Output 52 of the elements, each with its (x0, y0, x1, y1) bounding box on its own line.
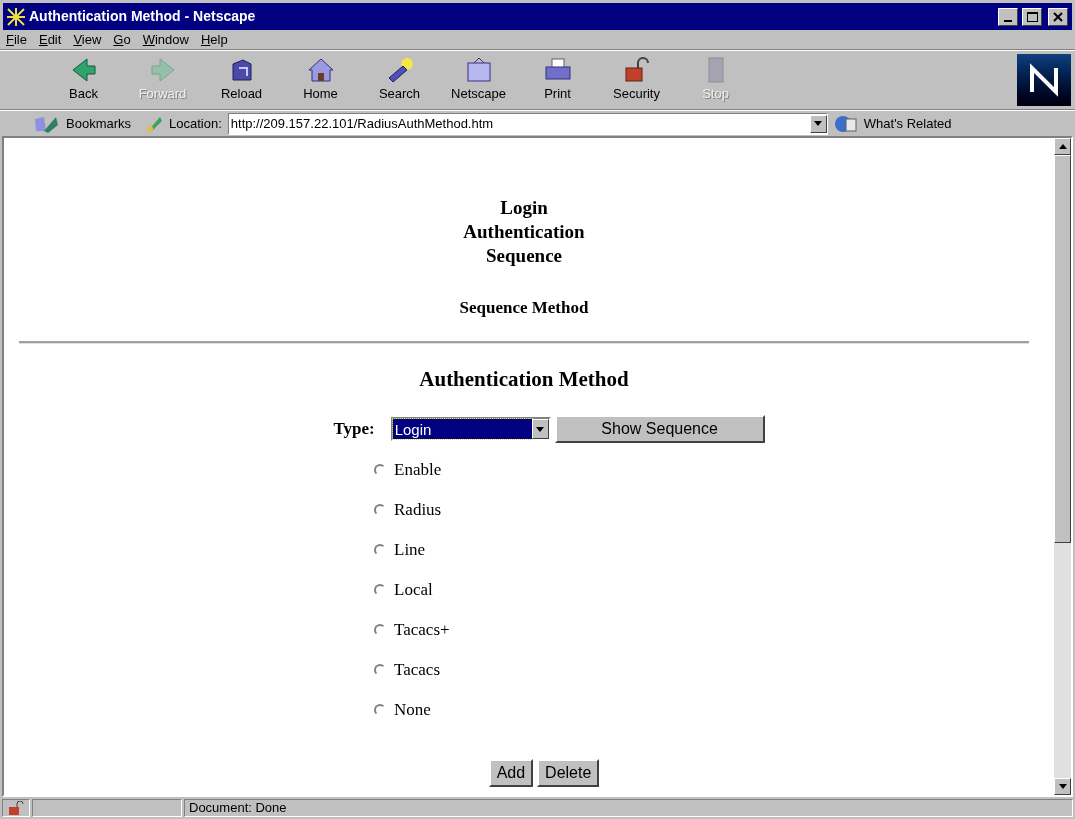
url-field[interactable]: http://209.157.22.101/RadiusAuthMethod.htm (227, 112, 828, 135)
down-arrow-icon (1058, 784, 1067, 789)
toolbar-button[interactable]: Reload (202, 53, 281, 107)
menu-item[interactable]: Window (142, 29, 189, 50)
close-button[interactable] (1048, 7, 1068, 26)
type-label: Type: (333, 418, 375, 441)
radio-label: Tacacs+ (394, 619, 450, 642)
menu-item[interactable]: File (6, 29, 27, 50)
menu-item[interactable]: Help (200, 29, 228, 50)
show-sequence-button[interactable]: Show Sequence (554, 415, 765, 443)
maximize-button[interactable] (1022, 7, 1042, 26)
netscape-logo[interactable] (1017, 54, 1071, 106)
radio-label: None (394, 699, 431, 722)
page-heading-line: Authentication (463, 220, 585, 244)
toolbar-button[interactable]: Security (597, 53, 676, 107)
radio-label: Radius (394, 499, 442, 522)
window-title: Authentication Method - Netscape (29, 7, 257, 26)
scroll-up-button[interactable] (1054, 138, 1071, 155)
up-arrow-icon (1058, 144, 1067, 149)
radio-label: Tacacs (394, 659, 440, 682)
bookmark-folder-icon (34, 114, 60, 133)
type-select[interactable]: Login (390, 417, 551, 441)
section-heading: Authentication Method (419, 365, 629, 393)
close-icon (1053, 11, 1063, 22)
page-heading-line: Login (500, 196, 548, 220)
minimize-button[interactable] (998, 7, 1018, 26)
caret-icon (814, 121, 823, 126)
dropdown-button[interactable] (809, 114, 827, 133)
menu-item[interactable]: View (73, 29, 102, 50)
caret-icon (536, 426, 545, 432)
toolbar-button[interactable]: Print (518, 53, 597, 107)
scroll-down-button[interactable] (1054, 778, 1071, 795)
menu-item[interactable]: Go (113, 29, 131, 50)
status-text: Document: Done (184, 799, 1073, 817)
form-button[interactable]: Add (488, 759, 534, 787)
radio-label: Enable (394, 459, 442, 482)
page-heading-line: Sequence (486, 244, 562, 268)
globe-icon (833, 113, 858, 134)
whats-related-button[interactable]: What's Related (863, 113, 952, 134)
radio-label: Line (394, 539, 426, 562)
form-button[interactable]: Delete (537, 759, 600, 787)
menu-item[interactable]: Edit (38, 29, 62, 50)
toolbar-button[interactable]: Home (281, 53, 360, 107)
bookmarks-button[interactable]: Bookmarks (66, 113, 132, 134)
padlock-icon (8, 801, 24, 815)
toolbar-button[interactable]: Back (44, 53, 123, 107)
toolbar-button[interactable]: Search (360, 53, 439, 107)
location-label: Location: (169, 114, 222, 133)
netscape-logo-icon (7, 7, 25, 26)
toolbar-button[interactable]: Netscape (439, 53, 518, 107)
radio-label: Local (394, 579, 433, 602)
page-subtitle: Sequence Method (459, 297, 589, 319)
